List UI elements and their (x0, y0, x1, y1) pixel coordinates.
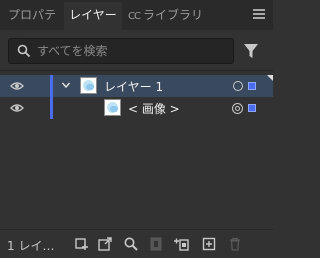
tab-layers[interactable]: レイヤー (64, 2, 122, 30)
layers-panel: プロパティ レイヤー CCライブラリ レイヤー 1 (0, 0, 273, 258)
cc-logo: CC (128, 11, 141, 22)
filter-icon[interactable] (243, 42, 259, 60)
tab-properties[interactable]: プロパティ (8, 2, 62, 48)
selection-square-icon[interactable] (248, 104, 256, 112)
panel-menu-icon[interactable] (253, 9, 265, 19)
lock-toggle[interactable] (30, 97, 48, 119)
layer-color-bar (50, 97, 53, 119)
collect-for-export-icon[interactable] (74, 236, 90, 252)
tab-cc-libraries-label: ライブラリ (142, 8, 203, 22)
target-circle-icon[interactable] (232, 103, 243, 114)
lock-toggle[interactable] (30, 75, 48, 97)
object-name[interactable]: < 画像 > (128, 100, 180, 117)
target-circle-icon[interactable] (233, 81, 243, 91)
eye-icon[interactable] (10, 102, 24, 114)
new-sublayer-icon[interactable] (173, 236, 189, 252)
locate-object-icon[interactable] (123, 236, 139, 252)
layer-row-2[interactable]: < 画像 > (0, 97, 273, 119)
bottom-toolbar: 1 レイ… (0, 229, 273, 258)
layer-color-bar (50, 75, 53, 97)
export-icon[interactable] (97, 236, 113, 252)
layer-thumbnail (80, 77, 97, 94)
layer-row-1[interactable]: レイヤー 1 (0, 75, 273, 97)
tab-bar: プロパティ レイヤー CCライブラリ (0, 0, 273, 48)
new-layer-icon[interactable] (201, 236, 217, 252)
search-icon (17, 44, 31, 58)
layers-list: レイヤー 1 < 画像 > (0, 70, 273, 228)
search-input[interactable] (37, 41, 227, 61)
current-layer-indicator (267, 75, 273, 81)
trash-icon[interactable] (227, 236, 243, 252)
layer-name[interactable]: レイヤー 1 (104, 78, 163, 95)
tab-cc-libraries[interactable]: CC ライブラリ (128, 2, 228, 30)
clipping-mask-icon[interactable] (148, 236, 164, 252)
eye-icon[interactable] (10, 80, 24, 92)
layer-count: 1 レイ… (7, 239, 55, 253)
object-thumbnail (104, 99, 121, 116)
search-box (8, 38, 234, 64)
chevron-down-icon[interactable] (61, 80, 71, 90)
selection-square-icon[interactable] (248, 82, 256, 90)
